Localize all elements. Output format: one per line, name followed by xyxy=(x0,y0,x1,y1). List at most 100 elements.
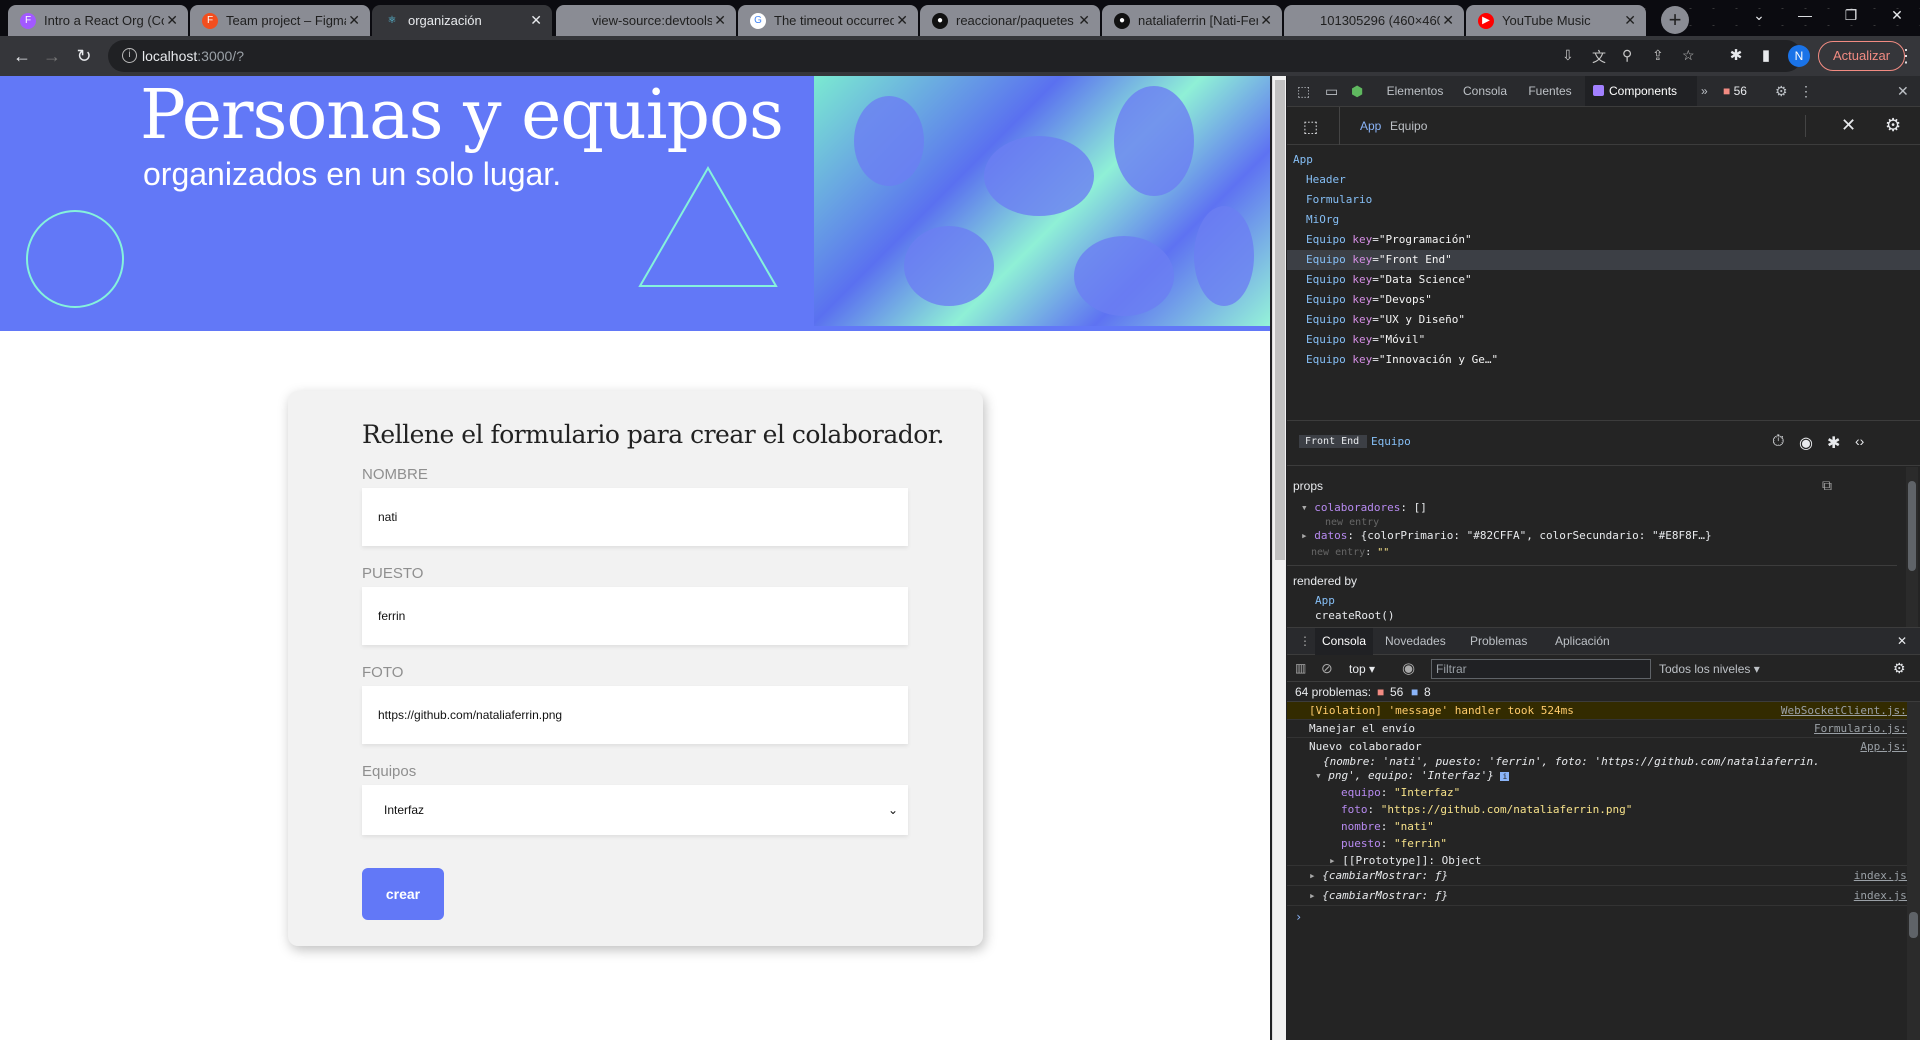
console-scrollbar[interactable] xyxy=(1907,702,1920,1040)
tree-node[interactable]: Equipo key="Data Science" xyxy=(1287,270,1920,290)
browser-tab[interactable]: F Team project – Figma ✕ xyxy=(190,5,370,36)
context-select[interactable]: top ▾ xyxy=(1349,662,1375,676)
close-icon[interactable]: ✕ xyxy=(896,5,908,36)
new-entry-row[interactable]: new entry: "" xyxy=(1311,547,1389,558)
browser-tab[interactable]: G The timeout occurred ✕ xyxy=(738,5,918,36)
browser-tab[interactable]: ● nataliaferrin [Nati-Fer ✕ xyxy=(1102,5,1282,36)
kebab-menu-icon[interactable]: ⋮ xyxy=(1299,634,1311,648)
new-entry-placeholder[interactable]: new entry xyxy=(1325,517,1379,528)
close-icon[interactable]: ✕ xyxy=(1078,5,1090,36)
forward-icon[interactable]: → xyxy=(40,44,64,68)
restore-icon[interactable]: ❐ xyxy=(1828,0,1874,36)
side-panel-icon[interactable]: ▮ xyxy=(1754,44,1778,68)
bug-icon[interactable]: ✱ xyxy=(1827,433,1840,453)
tree-node[interactable]: Equipo key="Front End" xyxy=(1287,250,1920,270)
back-icon[interactable]: ← xyxy=(10,44,34,68)
error-count-badge[interactable]: ■ 56 xyxy=(1723,76,1747,106)
browser-tab[interactable]: view-source:devtools ✕ xyxy=(556,5,736,36)
gear-icon[interactable]: ⚙ xyxy=(1893,660,1906,677)
console-log-row[interactable]: ▸ {cambiarMostrar: ƒ}index.js:8 xyxy=(1287,866,1907,886)
browser-tab[interactable]: ▶ YouTube Music ✕ xyxy=(1466,5,1646,36)
close-window-icon[interactable]: ✕ xyxy=(1874,0,1920,36)
update-button[interactable]: Actualizar xyxy=(1818,41,1906,71)
props-scrollbar[interactable] xyxy=(1906,467,1918,627)
close-icon[interactable]: ✕ xyxy=(1841,115,1856,136)
kebab-menu-icon[interactable]: ⋮ xyxy=(1894,44,1918,68)
drawer-tab-consola[interactable]: Consola xyxy=(1315,628,1373,655)
bookmark-star-icon[interactable]: ☆ xyxy=(1682,47,1695,64)
close-icon[interactable]: ✕ xyxy=(530,5,542,36)
drawer-tab-problemas[interactable]: Problemas xyxy=(1470,628,1527,655)
stopwatch-icon[interactable]: ⏱ xyxy=(1772,433,1784,451)
info-badge-icon[interactable]: i xyxy=(1500,772,1510,781)
expand-arrow-icon[interactable]: ▾ xyxy=(1315,769,1328,782)
tree-node[interactable]: App xyxy=(1287,150,1920,170)
close-icon[interactable]: ✕ xyxy=(166,5,178,36)
sidebar-toggle-icon[interactable]: ▥ xyxy=(1295,661,1306,675)
object-summary[interactable]: {nombre: 'nati', puesto: 'ferrin', foto:… xyxy=(1309,755,1907,769)
eye-icon[interactable]: ◉ xyxy=(1799,433,1813,453)
breadcrumb-equipo[interactable]: Equipo xyxy=(1390,119,1427,133)
tab-components[interactable]: Components xyxy=(1585,76,1697,106)
drawer-tab-aplicacion[interactable]: Aplicación xyxy=(1555,628,1610,655)
reload-icon[interactable]: ↻ xyxy=(72,44,96,68)
close-icon[interactable]: ✕ xyxy=(1624,5,1636,36)
tree-node[interactable]: Equipo key="Devops" xyxy=(1287,290,1920,310)
share-icon[interactable]: ⇪ xyxy=(1652,47,1664,64)
browser-tab-active[interactable]: ⚛ organización ✕ xyxy=(372,5,552,36)
browser-tab[interactable]: 101305296 (460×460) ✕ xyxy=(1284,5,1464,36)
tree-node[interactable]: MiOrg xyxy=(1287,210,1920,230)
close-icon[interactable]: ✕ xyxy=(714,5,726,36)
chevron-down-icon[interactable]: ⌄ xyxy=(1736,0,1782,36)
select-element-icon[interactable]: ⬚ xyxy=(1303,117,1318,137)
tab-elementos[interactable]: Elementos xyxy=(1379,76,1451,106)
more-tabs-icon[interactable]: » xyxy=(1701,76,1708,106)
clear-console-icon[interactable]: ⊘ xyxy=(1321,660,1333,677)
eye-icon[interactable]: ◉ xyxy=(1402,659,1415,677)
breadcrumb-app[interactable]: App xyxy=(1360,119,1381,133)
close-icon[interactable]: ✕ xyxy=(1897,76,1909,106)
translate-icon[interactable]: 文 xyxy=(1592,47,1606,67)
close-icon[interactable]: ✕ xyxy=(1442,5,1454,36)
levels-select[interactable]: Todos los niveles ▾ xyxy=(1659,662,1760,676)
zoom-icon[interactable]: ⚲ xyxy=(1622,47,1632,64)
close-icon[interactable]: ✕ xyxy=(348,5,360,36)
close-icon[interactable]: ✕ xyxy=(1897,634,1907,648)
close-icon[interactable]: ✕ xyxy=(1260,5,1272,36)
filter-input[interactable]: Filtrar xyxy=(1431,659,1651,679)
tree-node[interactable]: Header xyxy=(1287,170,1920,190)
tree-node[interactable]: Equipo key="Programación" xyxy=(1287,230,1920,250)
page-scrollbar[interactable] xyxy=(1272,76,1286,1040)
extensions-icon[interactable]: ✱ xyxy=(1724,44,1748,68)
console-prompt[interactable]: › xyxy=(1295,910,1302,924)
minimize-icon[interactable]: — xyxy=(1782,0,1828,36)
gear-icon[interactable]: ⚙ xyxy=(1885,115,1901,136)
source-code-icon[interactable]: ‹› xyxy=(1855,433,1864,449)
install-icon[interactable]: ⇩ xyxy=(1562,47,1574,64)
console-log-row[interactable]: ▸ {cambiarMostrar: ƒ}index.js:8 xyxy=(1287,886,1907,906)
prop-datos[interactable]: ▸ datos: {colorPrimario: "#82CFFA", colo… xyxy=(1301,529,1712,542)
problems-bar[interactable]: 64 problemas: ■ 56 ■ 8 xyxy=(1287,682,1920,702)
browser-tab[interactable]: ● reaccionar/paquetes ✕ xyxy=(920,5,1100,36)
prop-colaboradores[interactable]: ▾ colaboradores: [] xyxy=(1301,501,1427,514)
scrollbar-thumb[interactable] xyxy=(1275,80,1285,560)
foto-field[interactable]: https://github.com/nataliaferrin.png xyxy=(362,686,908,744)
node-icon[interactable]: ⬢ xyxy=(1351,76,1363,106)
gear-icon[interactable]: ⚙ xyxy=(1775,76,1788,106)
browser-tab[interactable]: F Intro a React Org (Co ✕ xyxy=(8,5,188,36)
tree-node[interactable]: Equipo key="UX y Diseño" xyxy=(1287,310,1920,330)
copy-icon[interactable]: ⧉ xyxy=(1822,477,1832,494)
avatar[interactable]: N xyxy=(1788,45,1810,67)
kebab-menu-icon[interactable]: ⋮ xyxy=(1799,76,1813,106)
tree-node[interactable]: Formulario xyxy=(1287,190,1920,210)
new-tab-button[interactable]: + xyxy=(1661,6,1689,34)
nombre-field[interactable]: nati xyxy=(362,488,908,546)
drawer-tab-novedades[interactable]: Novedades xyxy=(1385,628,1446,655)
tab-fuentes[interactable]: Fuentes xyxy=(1519,76,1581,106)
address-bar[interactable]: i localhost:3000/? ⇩ 文 ⚲ ⇪ ☆ xyxy=(108,40,1802,72)
rendered-by-app[interactable]: App xyxy=(1315,594,1335,607)
tab-consola[interactable]: Consola xyxy=(1453,76,1517,106)
device-toolbar-icon[interactable]: ▭ xyxy=(1325,76,1338,106)
inspect-icon[interactable]: ⬚ xyxy=(1297,76,1310,106)
puesto-field[interactable]: ferrin xyxy=(362,587,908,645)
